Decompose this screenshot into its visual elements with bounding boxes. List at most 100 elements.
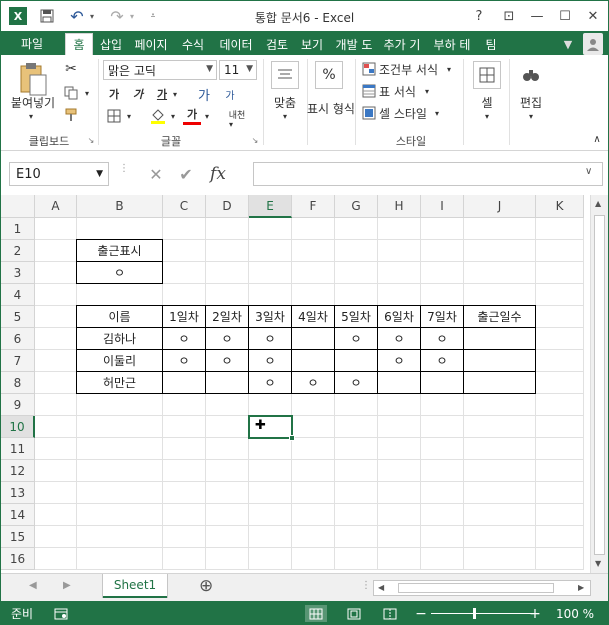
page-break-view-icon[interactable] <box>379 605 401 622</box>
cell-f5[interactable]: 4일차 <box>291 305 335 328</box>
cell-d1[interactable] <box>206 218 249 240</box>
cells-dropdown-icon[interactable]: ▾ <box>483 111 491 121</box>
insert-function-icon[interactable]: fx <box>201 164 235 184</box>
cell-e12[interactable] <box>249 460 292 482</box>
column-header-c[interactable]: C <box>163 195 206 218</box>
cell-h4[interactable] <box>378 284 421 306</box>
cell-e6[interactable]: ㅇ <box>248 327 292 350</box>
column-header-j[interactable]: J <box>464 195 536 218</box>
cell-g11[interactable] <box>335 438 378 460</box>
zoom-slider-track[interactable] <box>431 613 531 614</box>
cell-b8[interactable]: 허만근 <box>76 371 163 394</box>
fill-color-icon[interactable] <box>149 107 167 125</box>
cell-c12[interactable] <box>163 460 206 482</box>
enter-icon[interactable]: ✔ <box>171 165 201 184</box>
tab-insert[interactable]: 삽입 <box>95 33 127 55</box>
tab-review[interactable]: 검토 <box>261 33 293 55</box>
cell-f3[interactable] <box>292 262 335 284</box>
cell-g1[interactable] <box>335 218 378 240</box>
cell-h6[interactable]: ㅇ <box>377 327 421 350</box>
cell-d3[interactable] <box>206 262 249 284</box>
vertical-scroll-thumb[interactable] <box>594 215 605 555</box>
cell-j13[interactable] <box>464 482 536 504</box>
cell-g15[interactable] <box>335 526 378 548</box>
cell-j15[interactable] <box>464 526 536 548</box>
horizontal-scroll-thumb[interactable] <box>398 583 554 593</box>
cell-g10[interactable] <box>335 416 378 438</box>
cell-b3[interactable]: ㅇ <box>76 261 163 284</box>
scroll-right-icon[interactable]: ▶ <box>578 583 584 592</box>
cell-c2[interactable] <box>163 240 206 262</box>
conditional-format-icon[interactable] <box>361 61 377 77</box>
font-size-combo[interactable]: 11 ▼ <box>219 60 257 80</box>
cell-k8[interactable] <box>536 372 584 394</box>
cell-c3[interactable] <box>163 262 206 284</box>
cell-d5[interactable]: 2일차 <box>205 305 249 328</box>
cell-e7[interactable]: ㅇ <box>248 349 292 372</box>
column-header-i[interactable]: I <box>421 195 464 218</box>
cell-f7[interactable] <box>291 349 335 372</box>
cell-e8[interactable]: ㅇ <box>248 371 292 394</box>
account-icon[interactable] <box>583 33 603 55</box>
cell-a8[interactable] <box>35 372 77 394</box>
cell-i4[interactable] <box>421 284 464 306</box>
cell-e9[interactable] <box>249 394 292 416</box>
cell-f6[interactable] <box>291 327 335 350</box>
cell-e1[interactable] <box>249 218 292 240</box>
paste-button-label[interactable]: 붙여넣기 <box>7 95 59 110</box>
cell-d14[interactable] <box>206 504 249 526</box>
cell-g16[interactable] <box>335 548 378 570</box>
cell-g12[interactable] <box>335 460 378 482</box>
number-format-button-label[interactable]: 표시 형식 <box>307 93 355 125</box>
cell-d10[interactable] <box>206 416 249 438</box>
cell-c15[interactable] <box>163 526 206 548</box>
expand-formula-icon[interactable]: ∨ <box>585 166 592 177</box>
cell-d16[interactable] <box>206 548 249 570</box>
cell-j8[interactable] <box>463 371 536 394</box>
tab-load-test[interactable]: 부하 테 <box>427 33 477 55</box>
cell-i8[interactable] <box>420 371 464 394</box>
column-header-d[interactable]: D <box>206 195 249 218</box>
underline-button[interactable]: 가 <box>153 85 171 103</box>
cell-f2[interactable] <box>292 240 335 262</box>
tab-file[interactable]: 파일 <box>1 31 63 55</box>
row-header-5[interactable]: 5 <box>1 306 35 328</box>
row-header-2[interactable]: 2 <box>1 240 35 262</box>
cell-a3[interactable] <box>35 262 77 284</box>
conditional-format-button[interactable]: 조건부 서식 <box>379 61 451 77</box>
cell-b1[interactable] <box>77 218 163 240</box>
alignment-button-label[interactable]: 맞춤 <box>267 95 303 110</box>
cell-j9[interactable] <box>464 394 536 416</box>
cell-b16[interactable] <box>77 548 163 570</box>
copy-icon[interactable] <box>63 85 79 101</box>
scroll-down-icon[interactable]: ▼ <box>595 559 601 568</box>
scroll-up-icon[interactable]: ▲ <box>595 199 601 208</box>
cell-f4[interactable] <box>292 284 335 306</box>
sheet-tab-sheet1[interactable]: Sheet1 <box>103 574 167 598</box>
cell-c4[interactable] <box>163 284 206 306</box>
cell-k3[interactable] <box>536 262 584 284</box>
cell-f9[interactable] <box>292 394 335 416</box>
cell-i15[interactable] <box>421 526 464 548</box>
phonetic-dropdown-icon[interactable]: ▾ <box>227 119 235 129</box>
cell-c10[interactable] <box>163 416 206 438</box>
row-header-1[interactable]: 1 <box>1 218 35 240</box>
cell-h13[interactable] <box>378 482 421 504</box>
cell-a13[interactable] <box>35 482 77 504</box>
table-format-dropdown-icon[interactable]: ▾ <box>423 83 431 99</box>
cell-k2[interactable] <box>536 240 584 262</box>
cell-f11[interactable] <box>292 438 335 460</box>
cell-d4[interactable] <box>206 284 249 306</box>
cell-i14[interactable] <box>421 504 464 526</box>
alignment-dropdown-icon[interactable]: ▾ <box>281 111 289 121</box>
cell-j4[interactable] <box>464 284 536 306</box>
column-header-a[interactable]: A <box>35 195 77 218</box>
cell-g2[interactable] <box>335 240 378 262</box>
cancel-icon[interactable]: ✕ <box>141 165 171 184</box>
cell-b5[interactable]: 이름 <box>76 305 163 328</box>
cell-j2[interactable] <box>464 240 536 262</box>
cell-c5[interactable]: 1일차 <box>162 305 206 328</box>
row-header-8[interactable]: 8 <box>1 372 35 394</box>
cell-k11[interactable] <box>536 438 584 460</box>
cell-k16[interactable] <box>536 548 584 570</box>
